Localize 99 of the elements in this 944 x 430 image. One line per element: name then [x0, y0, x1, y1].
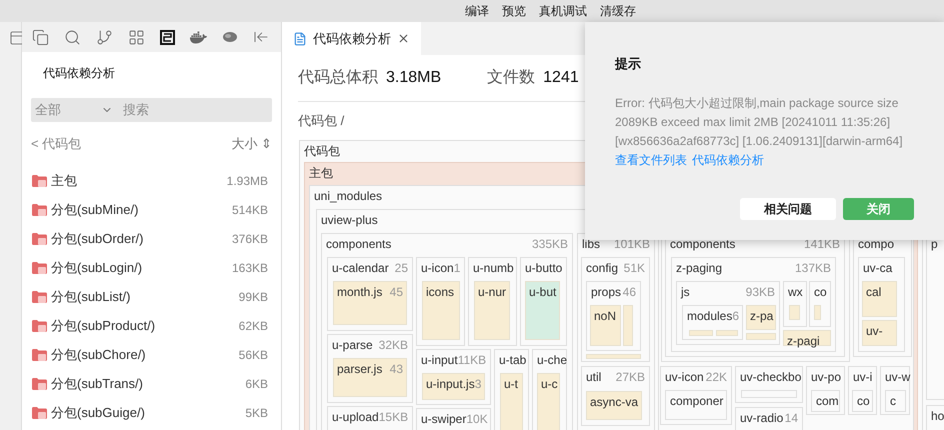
- node-size: 93KB: [746, 285, 775, 300]
- node-size: 15KB: [378, 410, 408, 425]
- node-label: js: [681, 285, 690, 300]
- node-label: u-but: [529, 285, 556, 300]
- package-name: 分包(subMine/): [51, 201, 138, 220]
- node-size: 46: [622, 285, 636, 300]
- node-label: uv-w: [885, 370, 910, 385]
- node-label: async-va: [590, 395, 638, 410]
- node-label: z-paging: [676, 261, 722, 276]
- stat-value: 3.18MB: [386, 68, 442, 88]
- package-size: 62KB: [238, 318, 268, 335]
- node-label: u-che: [537, 353, 568, 368]
- node-label: u-input.js: [426, 377, 475, 392]
- node-label: uv-i: [853, 370, 872, 385]
- node-label: ho: [931, 409, 944, 424]
- node-label: noN: [594, 309, 616, 324]
- package-name: 分包(subList/): [51, 288, 130, 306]
- package-size: 514KB: [232, 202, 268, 219]
- node-label: month.js: [337, 285, 382, 300]
- package-size: 56KB: [238, 347, 268, 364]
- package-size: 6KB: [245, 376, 268, 393]
- node-label: u-nur: [478, 285, 506, 300]
- node-label: 代码包: [304, 144, 340, 159]
- node-label: u-input: [421, 353, 458, 368]
- node-label: compo: [858, 237, 894, 252]
- package-size: 1.93MB: [226, 173, 268, 190]
- node-label: libs: [582, 237, 600, 252]
- node-label: util: [586, 370, 602, 385]
- node-label: uv-icon: [665, 370, 704, 385]
- node-label: c: [890, 394, 896, 409]
- node-label: uv-po: [811, 370, 842, 385]
- node-label: u-icon: [421, 261, 454, 276]
- node-size: 27KB: [616, 370, 645, 385]
- node-size: 101KB: [614, 237, 650, 252]
- node-size: 137KB: [794, 261, 831, 276]
- node-label: componer: [670, 394, 724, 409]
- node-size: 6: [732, 309, 740, 324]
- node-size: 22K: [706, 370, 727, 385]
- node-label: components: [326, 237, 392, 252]
- package-name: 分包(subChore/): [51, 346, 146, 364]
- sidebar-title: 代码依赖分析: [42, 65, 116, 82]
- package-size: 163KB: [232, 260, 268, 277]
- node-size: 1: [454, 261, 460, 276]
- node-label: u-calendar: [332, 261, 389, 276]
- dialog-title: 提示: [615, 55, 642, 73]
- node-size: 10K: [466, 412, 488, 427]
- node-label: z-pa: [750, 309, 774, 324]
- node-label: u-parse: [332, 338, 373, 353]
- package-name: 主包: [51, 172, 77, 190]
- node-label: z-pagi: [787, 334, 820, 349]
- node-label: u-t: [504, 377, 518, 392]
- node-size: 14: [784, 411, 798, 426]
- node-label: u-butto: [525, 261, 562, 276]
- node-label: props: [591, 285, 622, 300]
- package-name: 分包(subLogin/): [51, 259, 142, 278]
- node-label: u-upload: [332, 410, 379, 425]
- package-size: 376KB: [232, 231, 268, 248]
- node-label: icons: [426, 285, 454, 300]
- node-label: com: [816, 394, 839, 409]
- node-size: 11KB: [458, 353, 486, 368]
- tab-label: 代码依赖分析: [313, 30, 391, 48]
- package-name: 分包(subProduct/): [51, 317, 156, 336]
- stat-label: 文件数: [487, 68, 536, 88]
- node-size: 51K: [624, 261, 645, 276]
- node-label: config: [586, 261, 618, 276]
- node-label: u-c: [541, 377, 558, 392]
- stat-value: 1241: [543, 68, 579, 88]
- package-size: 5KB: [245, 405, 268, 422]
- node-label: 主包: [309, 166, 333, 181]
- node-label: uni_modules: [314, 189, 382, 204]
- node-size: 141KB: [804, 237, 840, 252]
- node-label: uv-: [866, 324, 883, 339]
- node-label: co: [814, 285, 827, 300]
- node-label: u-swiper: [421, 412, 466, 427]
- node-label: u-numb: [473, 261, 514, 276]
- package-name: 分包(subGuige/): [51, 404, 145, 422]
- error-message: Error: 代码包大小超过限制,main package source size 2089KB exceed max limit 2MB [20241011 11:35:26] [wx856636a2af68773c] [1.06.2409131][darwin-arm64] 查看文件列表 代码依赖分析: [615, 94, 904, 168]
- package-size: 99KB: [238, 289, 268, 306]
- node-label: u-tab: [499, 353, 526, 368]
- node-size: 45: [390, 285, 403, 300]
- node-label: uv-checkbo: [740, 370, 802, 385]
- node-size: 335KB: [532, 237, 568, 252]
- package-name: 分包(subOrder/): [51, 230, 144, 248]
- node-label: uview-plus: [321, 213, 378, 228]
- stat-label: 代码总体积: [298, 68, 378, 88]
- node-label: parser.js: [337, 362, 382, 377]
- node-label: modules: [687, 309, 732, 324]
- node-size: 43: [390, 362, 403, 377]
- node-size: 3: [474, 377, 482, 392]
- node-label: uv-radio: [740, 411, 784, 426]
- node-label: components: [670, 237, 736, 252]
- node-label: cal: [866, 285, 882, 300]
- node-size: 25: [394, 261, 408, 276]
- node-label: p: [931, 237, 938, 252]
- node-label: wx: [788, 285, 803, 300]
- node-label: co: [857, 394, 870, 409]
- node-size: 32KB: [378, 338, 408, 353]
- package-name: 分包(subTrans/): [51, 375, 143, 394]
- node-label: uv-ca: [863, 261, 892, 276]
